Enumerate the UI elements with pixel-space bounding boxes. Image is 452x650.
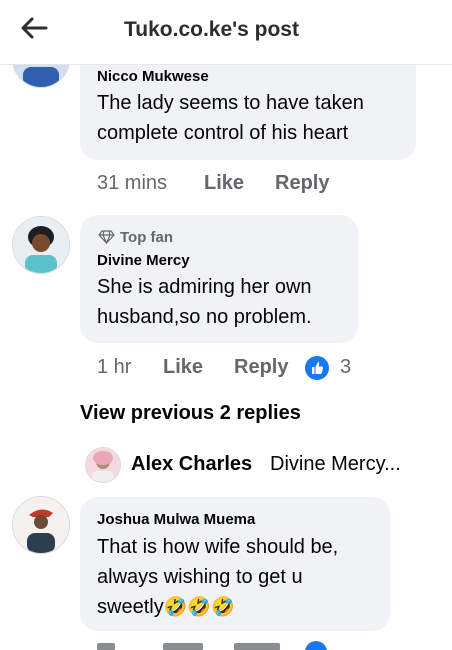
arrow-left-icon[interactable] bbox=[20, 16, 48, 40]
avatar-divine[interactable] bbox=[12, 216, 70, 274]
reaction-count[interactable]: 3 bbox=[340, 356, 351, 379]
avatar-joshua[interactable] bbox=[12, 496, 70, 554]
like-button[interactable]: Like bbox=[204, 172, 244, 195]
top-fan-badge: Top fan bbox=[120, 229, 174, 246]
comment-text-line: The lady seems to have taken bbox=[97, 92, 364, 114]
like-reaction-icon[interactable] bbox=[305, 356, 329, 380]
comment-text-line: She is admiring her own bbox=[97, 276, 312, 298]
reply-snippet[interactable]: Divine Mercy... bbox=[270, 453, 401, 476]
comment-author[interactable]: Joshua Mulwa Muema bbox=[97, 511, 255, 528]
like-button[interactable]: Like bbox=[163, 356, 203, 379]
comment-time: 1 hr bbox=[97, 356, 132, 378]
comment-time: 31 mins bbox=[97, 172, 168, 194]
comment-author[interactable]: Nicco Mukwese bbox=[97, 68, 209, 85]
reply-button[interactable]: Reply bbox=[275, 172, 329, 195]
comment-text-line: That is how wife should be, bbox=[97, 536, 339, 558]
comment-text: sweetly bbox=[97, 596, 164, 618]
comment-text-line: always wishing to get u bbox=[97, 566, 303, 588]
page-title: Tuko.co.ke's post bbox=[124, 18, 299, 41]
avatar-alex[interactable] bbox=[85, 447, 121, 483]
comment-text-line: sweetly🤣🤣🤣 bbox=[97, 592, 235, 623]
comment-author[interactable]: Divine Mercy bbox=[97, 252, 190, 269]
comment-text-line: complete control of his heart bbox=[97, 122, 349, 144]
laughing-emoji: 🤣🤣🤣 bbox=[163, 597, 235, 618]
reply-button[interactable]: Reply bbox=[234, 356, 288, 379]
view-previous-replies-link[interactable]: View previous 2 replies bbox=[80, 402, 301, 425]
comment-actions-cutoff bbox=[97, 641, 357, 650]
reply-author[interactable]: Alex Charles bbox=[131, 453, 252, 476]
post-header: Tuko.co.ke's post bbox=[0, 0, 452, 65]
comment-text-line: husband,so no problem. bbox=[97, 306, 312, 328]
diamond-icon bbox=[98, 230, 115, 244]
